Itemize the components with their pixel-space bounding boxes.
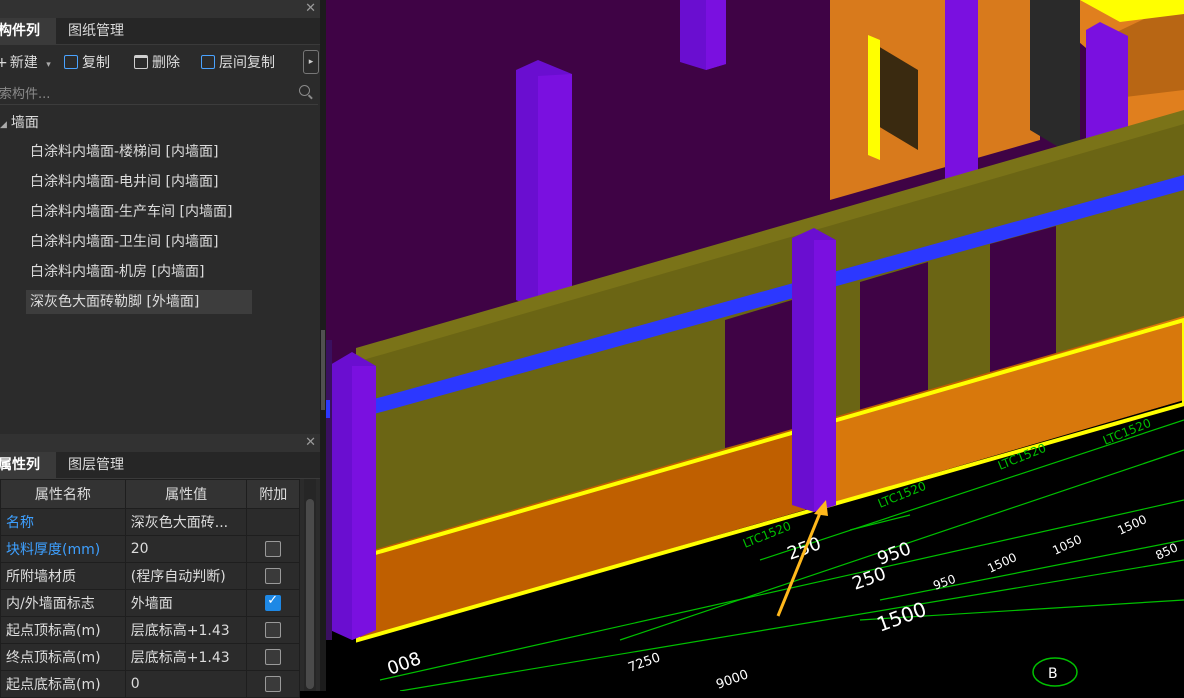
component-toolbar: + 新建 ▾ 复制 删除 层间复制 <box>0 46 322 80</box>
chevron-down-icon[interactable]: ▾ <box>46 60 51 70</box>
property-row[interactable]: 起点底标高(m) 0 <box>0 670 300 698</box>
property-value[interactable]: 层底标高+1.43 <box>124 643 248 671</box>
axis-label: B <box>1048 666 1058 682</box>
property-extra <box>246 562 300 590</box>
splitter-handle[interactable] <box>321 330 325 410</box>
column-header-extra: 附加 <box>246 479 300 509</box>
viewport-canvas[interactable]: LTC1520 LTC1520 LTC1520 LTC1520 250 950 … <box>326 0 1184 693</box>
property-extra <box>246 643 300 671</box>
tab-layer-management[interactable]: 图层管理 <box>58 452 138 478</box>
property-row[interactable]: 终点顶标高(m) 层底标高+1.43 <box>0 643 300 671</box>
property-value[interactable]: 深灰色大面砖... <box>124 508 248 536</box>
trash-icon <box>134 55 148 69</box>
collapse-arrow-icon[interactable]: ◢ <box>0 120 7 130</box>
property-name: 内/外墙面标志 <box>0 589 126 617</box>
expand-toolbar-icon[interactable]: ▸ <box>303 50 319 74</box>
property-extra <box>246 616 300 644</box>
tree-item[interactable]: 白涂料内墙面-生产车间 [内墙面] <box>26 200 236 224</box>
tree-item[interactable]: 白涂料内墙面-卫生间 [内墙面] <box>26 230 222 254</box>
component-panel-titlebar: ✕ <box>0 0 322 18</box>
property-extra <box>246 508 300 536</box>
property-name: 起点顶标高(m) <box>0 616 126 644</box>
window-opening[interactable] <box>990 226 1056 376</box>
tree-item[interactable]: 白涂料内墙面-楼梯间 [内墙面] <box>26 140 222 164</box>
property-name: 起点底标高(m) <box>0 670 126 698</box>
tree-item-selected[interactable]: 深灰色大面砖勒脚 [外墙面] <box>26 290 252 314</box>
column[interactable] <box>945 0 978 195</box>
property-row[interactable]: 内/外墙面标志 外墙面 <box>0 589 300 617</box>
property-value[interactable]: 20 <box>124 535 248 563</box>
plus-icon: + <box>0 55 8 71</box>
floor-copy-icon <box>201 55 215 69</box>
property-row[interactable]: 起点顶标高(m) 层底标高+1.43 <box>0 616 300 644</box>
copy-icon <box>64 55 78 69</box>
delete-button[interactable]: 删除 <box>134 53 180 73</box>
new-button[interactable]: + 新建 ▾ <box>0 53 51 73</box>
tab-property-list[interactable]: 属性列表 <box>0 452 56 499</box>
property-scrollbar[interactable] <box>304 479 316 691</box>
property-extra <box>246 589 300 617</box>
tree-item[interactable]: 白涂料内墙面-电井间 [内墙面] <box>26 170 222 194</box>
property-tabs: 属性列表 图层管理 <box>0 452 322 499</box>
search-input[interactable]: 搜索构件... <box>0 83 50 102</box>
property-name: 名称 <box>0 508 126 536</box>
extra-checkbox[interactable] <box>265 622 282 638</box>
extra-checkbox[interactable] <box>265 541 282 557</box>
window-opening[interactable] <box>860 262 928 410</box>
extra-checkbox[interactable] <box>265 568 282 584</box>
column-header-value: 属性值 <box>124 479 248 509</box>
property-value[interactable]: 外墙面 <box>124 589 248 617</box>
column-header-name: 属性名称 <box>0 479 126 509</box>
property-row[interactable]: 所附墙材质 (程序自动判断) <box>0 562 300 590</box>
extra-checkbox[interactable] <box>265 649 282 665</box>
property-name: 所附墙材质 <box>0 562 126 590</box>
property-name: 终点顶标高(m) <box>0 643 126 671</box>
property-value[interactable]: (程序自动判断) <box>124 562 248 590</box>
tab-component-list[interactable]: 构件列表 <box>0 18 56 65</box>
model-viewport[interactable]: LTC1520 LTC1520 LTC1520 LTC1520 250 950 … <box>326 0 1184 693</box>
scrollbar-thumb[interactable] <box>306 499 314 689</box>
left-panel: ✕ 构件列表 图纸管理 +新建 ▾ 复制 删除 层间复制 ▸ 搜索构件... ◢… <box>0 0 322 698</box>
tab-drawing-management[interactable]: 图纸管理 <box>58 18 138 44</box>
extra-checkbox[interactable] <box>265 676 282 692</box>
property-value[interactable]: 层底标高+1.43 <box>124 616 248 644</box>
properties-panel-titlebar: ✕ <box>0 434 322 452</box>
component-tabs: 构件列表 图纸管理 <box>0 18 322 65</box>
property-value[interactable]: 0 <box>124 670 248 698</box>
property-extra <box>246 670 300 698</box>
property-name: 块料厚度(mm) <box>0 535 126 563</box>
property-row[interactable]: 名称 深灰色大面砖... <box>0 508 300 536</box>
component-search[interactable]: 搜索构件... <box>0 80 318 105</box>
extra-checkbox[interactable] <box>265 593 282 611</box>
window-opening[interactable] <box>725 300 792 448</box>
close-icon[interactable]: ✕ <box>305 0 316 18</box>
tree-item[interactable]: 白涂料内墙面-机房 [内墙面] <box>26 260 208 284</box>
search-icon[interactable] <box>299 85 310 96</box>
tree-root-wall-surface[interactable]: ◢ 墙面 <box>0 112 39 132</box>
copy-button[interactable]: 复制 <box>64 53 110 73</box>
property-row[interactable]: 块料厚度(mm) 20 <box>0 535 300 563</box>
close-icon[interactable]: ✕ <box>305 434 316 452</box>
floor-copy-button[interactable]: 层间复制 <box>201 53 275 73</box>
property-extra <box>246 535 300 563</box>
property-table: 属性名称 属性值 附加 名称 深灰色大面砖... 块料厚度(mm) 20 所附墙材质 (程… <box>0 479 300 698</box>
